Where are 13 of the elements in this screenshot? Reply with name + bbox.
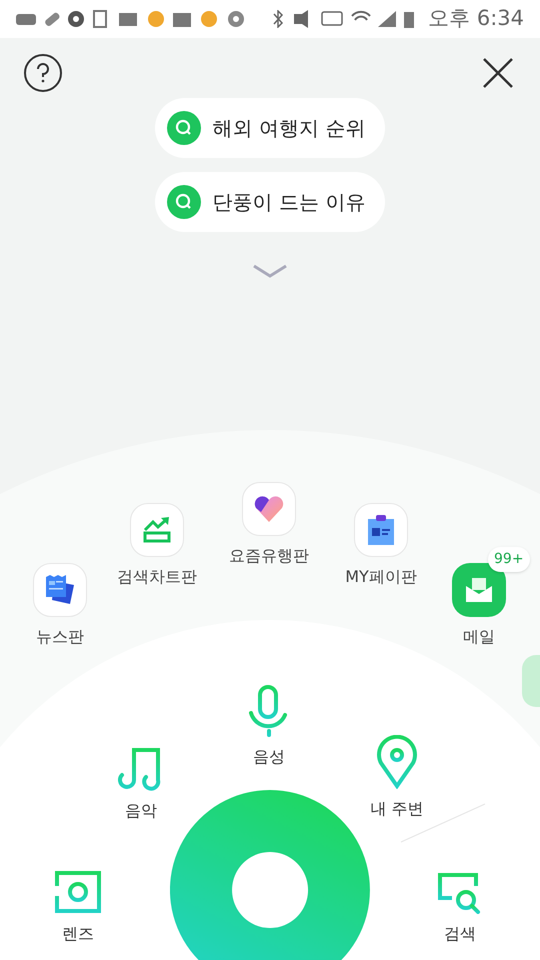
service-label: 뉴스판 — [36, 626, 84, 648]
action-button[interactable]: 검색 — [415, 850, 505, 946]
status-time: 오후 6:34 — [428, 5, 524, 32]
service-label: 메일 — [463, 626, 495, 648]
service-label: 요즘유행판 — [229, 545, 309, 567]
action-button[interactable]: 내 주변 — [352, 725, 442, 821]
suggestion-chip[interactable]: 단풍이 드는 이유 — [154, 172, 386, 232]
action-button[interactable]: 음악 — [96, 727, 186, 823]
action-button[interactable]: 렌즈 — [33, 850, 123, 946]
service-label: 검색차트판 — [117, 566, 197, 588]
suggestion-chip[interactable]: 해외 여행지 순위 — [154, 98, 386, 158]
service-label: MY페이판 — [345, 566, 417, 588]
action-button[interactable]: 음성 — [224, 673, 314, 769]
